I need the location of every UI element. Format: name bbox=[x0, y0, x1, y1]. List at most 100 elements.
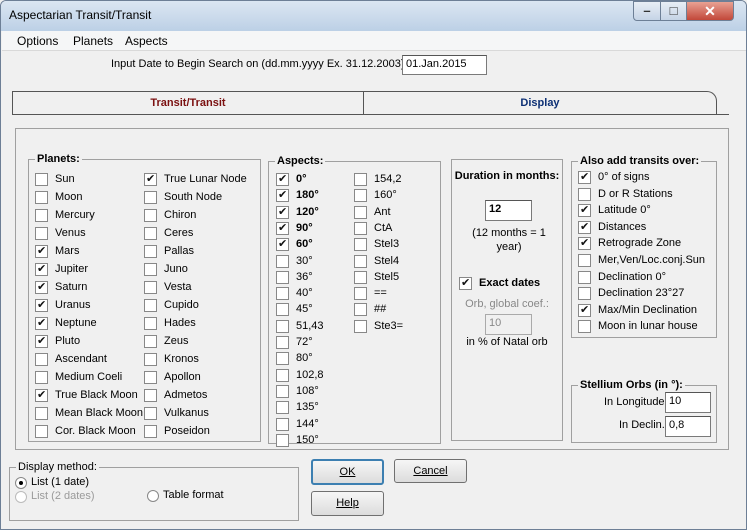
aspect-0deg-box[interactable] bbox=[276, 172, 289, 186]
aspect-60deg-box[interactable] bbox=[276, 237, 289, 252]
search-date-input[interactable]: 01.Jan.2015 bbox=[402, 55, 487, 75]
planet-cupido-box[interactable] bbox=[144, 299, 157, 312]
planet-chiron-box[interactable] bbox=[144, 209, 157, 222]
planet-venus-box[interactable] bbox=[35, 227, 48, 240]
planet-mercury-box[interactable] bbox=[35, 209, 48, 222]
planet-poseidon-box[interactable] bbox=[144, 425, 157, 438]
radio-table-format-label: Table format bbox=[163, 489, 224, 501]
planet-juno-box[interactable] bbox=[144, 263, 157, 276]
planet-saturn-box[interactable] bbox=[35, 280, 48, 294]
tab-transit-transit[interactable]: Transit/Transit bbox=[12, 91, 364, 115]
aspect-45deg-box[interactable] bbox=[276, 303, 289, 317]
aspect-144deg-box[interactable] bbox=[276, 417, 289, 431]
planet-ascendant-box[interactable] bbox=[35, 353, 48, 366]
transit-distances-box[interactable] bbox=[578, 220, 591, 234]
title-bar[interactable]: Aspectarian Transit/Transit – □ ✕ bbox=[1, 1, 746, 31]
planet-jupiter-box[interactable] bbox=[35, 262, 48, 276]
aspect-item-box[interactable] bbox=[354, 303, 367, 317]
maximize-button[interactable]: □ bbox=[660, 1, 687, 21]
menu-aspects[interactable]: Aspects bbox=[125, 34, 168, 48]
aspect-160deg-box[interactable] bbox=[354, 189, 367, 203]
aspect-40deg-label: 40° bbox=[296, 287, 313, 300]
transit-max-min-declination-box[interactable] bbox=[578, 303, 591, 317]
cancel-button[interactable]: Cancel bbox=[394, 459, 467, 483]
menu-options[interactable]: Options bbox=[17, 34, 58, 48]
aspect-stel5-box[interactable] bbox=[354, 270, 367, 284]
aspect-80deg-box[interactable] bbox=[276, 352, 289, 366]
aspect-90deg-box[interactable] bbox=[276, 221, 289, 235]
stellium-declin-input[interactable]: 0,8 bbox=[665, 416, 711, 437]
planet-juno-label: Juno bbox=[164, 263, 188, 275]
aspect-135deg-box[interactable] bbox=[276, 401, 289, 415]
planet-ceres-box[interactable] bbox=[144, 227, 157, 240]
planet-pallas-box[interactable] bbox=[144, 245, 157, 258]
planet-uranus-box[interactable] bbox=[35, 298, 48, 312]
duration-group: Duration in months: 12 (12 months = 1 ye… bbox=[451, 159, 563, 441]
aspect-cta-box[interactable] bbox=[354, 221, 367, 235]
planet-mercury-label: Mercury bbox=[55, 209, 95, 221]
aspect-72deg-box[interactable] bbox=[276, 336, 289, 349]
planet-mars-box[interactable] bbox=[35, 244, 48, 258]
aspect-108deg-box[interactable] bbox=[276, 384, 289, 398]
transit-mer-ven-loc-conj-sun-box[interactable] bbox=[578, 254, 591, 267]
aspect-item-box[interactable] bbox=[354, 287, 367, 301]
radio-table-format-dot[interactable] bbox=[147, 490, 159, 502]
planet-vulkanus-box[interactable] bbox=[144, 407, 157, 420]
stellium-longitude-input[interactable]: 10 bbox=[665, 392, 711, 413]
transit-latitude-0deg-box[interactable] bbox=[578, 203, 591, 218]
aspect-stel3-box[interactable] bbox=[354, 238, 367, 252]
aspect-ste3-box[interactable] bbox=[354, 319, 367, 333]
planet-admetos-box[interactable] bbox=[144, 389, 157, 402]
transit-declination-23deg27-box[interactable] bbox=[578, 287, 591, 301]
planet-kronos-box[interactable] bbox=[144, 353, 157, 366]
aspect-150deg-box[interactable] bbox=[276, 433, 289, 447]
aspect-ant-box[interactable] bbox=[354, 205, 367, 219]
planet-vesta-box[interactable] bbox=[144, 281, 157, 294]
aspect-30deg-box[interactable] bbox=[276, 254, 289, 268]
aspect-stel4-box[interactable] bbox=[354, 254, 367, 268]
aspect-180deg-box[interactable] bbox=[276, 188, 289, 203]
orb-input[interactable]: 10 bbox=[485, 314, 532, 335]
planet-true-black-moon-box[interactable] bbox=[35, 388, 48, 402]
planet-zeus-box[interactable] bbox=[144, 335, 157, 348]
aspect-36deg-label: 36° bbox=[296, 270, 313, 283]
planet-south-node-box[interactable] bbox=[144, 191, 157, 204]
transit-moon-in-lunar-house-box[interactable] bbox=[578, 320, 591, 334]
planet-moon-box[interactable] bbox=[35, 191, 48, 204]
transit-d-or-r-stations-box[interactable] bbox=[578, 187, 591, 201]
aspect-item-label: ## bbox=[374, 303, 387, 316]
planet-admetos-label: Admetos bbox=[164, 389, 208, 401]
aspect-40deg-box[interactable] bbox=[276, 287, 289, 301]
aspect-stel5-label: Stel5 bbox=[374, 270, 400, 283]
planet-medium-coeli-box[interactable] bbox=[35, 371, 48, 384]
tab-display[interactable]: Display bbox=[363, 91, 717, 115]
planet-apollon-box[interactable] bbox=[144, 371, 157, 384]
planet-pluto-box[interactable] bbox=[35, 334, 48, 348]
planet-jupiter-label: Jupiter bbox=[55, 263, 89, 275]
aspect-51-43-box[interactable] bbox=[276, 319, 289, 333]
radio-list-1-date-dot[interactable] bbox=[15, 477, 27, 489]
aspect-36deg-box[interactable] bbox=[276, 270, 289, 284]
planet-hades-box[interactable] bbox=[144, 317, 157, 330]
aspect-120deg-box[interactable] bbox=[276, 205, 289, 219]
ok-button[interactable]: OK bbox=[311, 459, 384, 485]
exact-dates-box[interactable] bbox=[459, 276, 472, 290]
aspect-cta-label: CtA bbox=[374, 221, 393, 234]
planet-true-lunar-node-box[interactable] bbox=[144, 172, 157, 186]
aspect-102-8-box[interactable] bbox=[276, 368, 289, 382]
transit-retrograde-zone-box[interactable] bbox=[578, 236, 591, 251]
planet-mean-black-moon-box[interactable] bbox=[35, 407, 48, 420]
planet-sun-box[interactable] bbox=[35, 173, 48, 186]
radio-list-2-dates-dot[interactable] bbox=[15, 491, 27, 503]
menu-planets[interactable]: Planets bbox=[73, 34, 113, 48]
planet-hades-label: Hades bbox=[164, 317, 196, 329]
transit-declination-0deg-box[interactable] bbox=[578, 270, 591, 284]
planet-neptune-box[interactable] bbox=[35, 316, 48, 330]
help-button[interactable]: Help bbox=[311, 491, 384, 516]
transit-0deg-of-signs-box[interactable] bbox=[578, 170, 591, 184]
planet-cor-black-moon-box[interactable] bbox=[35, 425, 48, 438]
duration-months-input[interactable]: 12 bbox=[485, 200, 532, 221]
minimize-button[interactable]: – bbox=[633, 1, 661, 21]
close-button[interactable]: ✕ bbox=[686, 1, 734, 21]
aspect-154-2-box[interactable] bbox=[354, 173, 367, 186]
